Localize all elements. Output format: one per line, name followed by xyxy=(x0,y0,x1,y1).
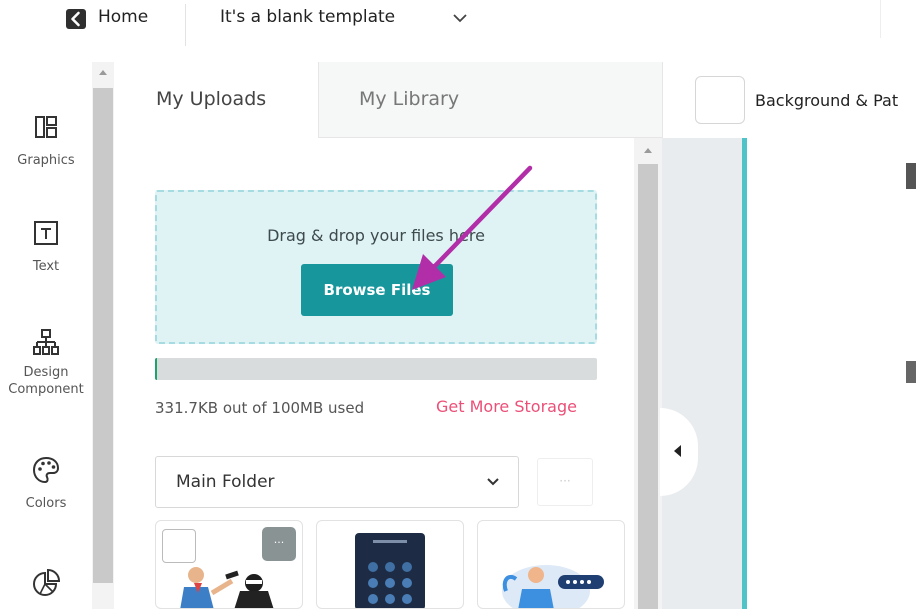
thumbnail-menu-button[interactable]: ··· xyxy=(262,527,296,561)
panel-tabs: My Uploads My Library xyxy=(114,62,662,138)
template-title[interactable]: It's a blank template xyxy=(220,7,395,27)
upload-image-password-icon xyxy=(502,565,604,608)
chart-icon xyxy=(31,568,61,598)
left-sidebar: Graphics Text Design Component Colors xyxy=(0,62,92,609)
folder-select-value: Main Folder xyxy=(176,472,275,492)
storage-usage-text: 331.7KB out of 100MB used xyxy=(155,399,365,417)
background-color-swatch[interactable] xyxy=(695,76,745,124)
sidebar-item-label: Design Component xyxy=(8,365,84,397)
top-bar: Home It's a blank template xyxy=(0,0,916,46)
sidebar-scrollbar-thumb[interactable] xyxy=(93,88,113,583)
top-divider xyxy=(185,4,186,46)
app-window: Home It's a blank template Graphics Text… xyxy=(0,0,916,609)
chevron-down-icon xyxy=(487,478,499,486)
scroll-up-arrow-icon[interactable] xyxy=(98,68,108,76)
home-link[interactable]: Home xyxy=(98,7,148,27)
upload-thumbnail[interactable]: ··· xyxy=(155,520,303,609)
storage-progress-fill xyxy=(155,358,158,380)
graphics-icon xyxy=(31,112,61,142)
tab-my-library[interactable]: My Library xyxy=(318,62,662,138)
sidebar-item-charts[interactable] xyxy=(0,568,92,598)
background-pattern-button[interactable]: Background & Pat xyxy=(755,91,898,110)
sidebar-item-graphics[interactable]: Graphics xyxy=(0,112,92,169)
sidebar-item-colors[interactable]: Colors xyxy=(0,455,92,512)
browse-files-button[interactable]: Browse Files xyxy=(301,264,453,316)
tab-my-uploads[interactable]: My Uploads xyxy=(114,62,318,138)
storage-progress-bar xyxy=(155,358,597,380)
panel-scrollbar-thumb[interactable] xyxy=(638,164,658,609)
sidebar-scrollbar[interactable] xyxy=(92,62,114,609)
thumbnail-checkbox[interactable] xyxy=(162,529,196,563)
upload-thumbnail[interactable] xyxy=(477,520,625,609)
sidebar-item-text[interactable]: Text xyxy=(0,218,92,275)
chevron-down-icon[interactable] xyxy=(450,10,470,26)
canvas-toolbar: Background & Pat xyxy=(662,62,916,138)
design-component-icon xyxy=(31,328,61,358)
text-icon xyxy=(31,218,61,248)
scroll-up-arrow-icon[interactable] xyxy=(643,146,653,154)
top-right-control[interactable] xyxy=(880,0,916,38)
canvas-element[interactable] xyxy=(906,361,916,383)
sidebar-item-design-component[interactable]: Design Component xyxy=(0,328,92,398)
palette-icon xyxy=(31,455,61,485)
folder-more-button[interactable]: ··· xyxy=(537,458,593,506)
caret-left-icon xyxy=(674,445,681,457)
canvas-element[interactable] xyxy=(906,163,916,189)
sidebar-item-label: Graphics xyxy=(17,153,75,168)
dropzone-text: Drag & drop your files here xyxy=(267,226,485,245)
upload-image-phone-icon xyxy=(355,533,425,608)
panel-scrollbar[interactable] xyxy=(634,138,662,609)
design-canvas[interactable] xyxy=(742,138,916,609)
sidebar-item-label: Colors xyxy=(25,496,67,511)
upload-thumbnail[interactable] xyxy=(316,520,464,609)
upload-dropzone[interactable]: Drag & drop your files here Browse Files xyxy=(155,190,597,344)
folder-select[interactable]: Main Folder xyxy=(155,456,519,508)
sidebar-item-label: Text xyxy=(32,259,60,274)
get-more-storage-link[interactable]: Get More Storage xyxy=(436,397,577,416)
back-chevron-icon[interactable] xyxy=(66,9,86,29)
